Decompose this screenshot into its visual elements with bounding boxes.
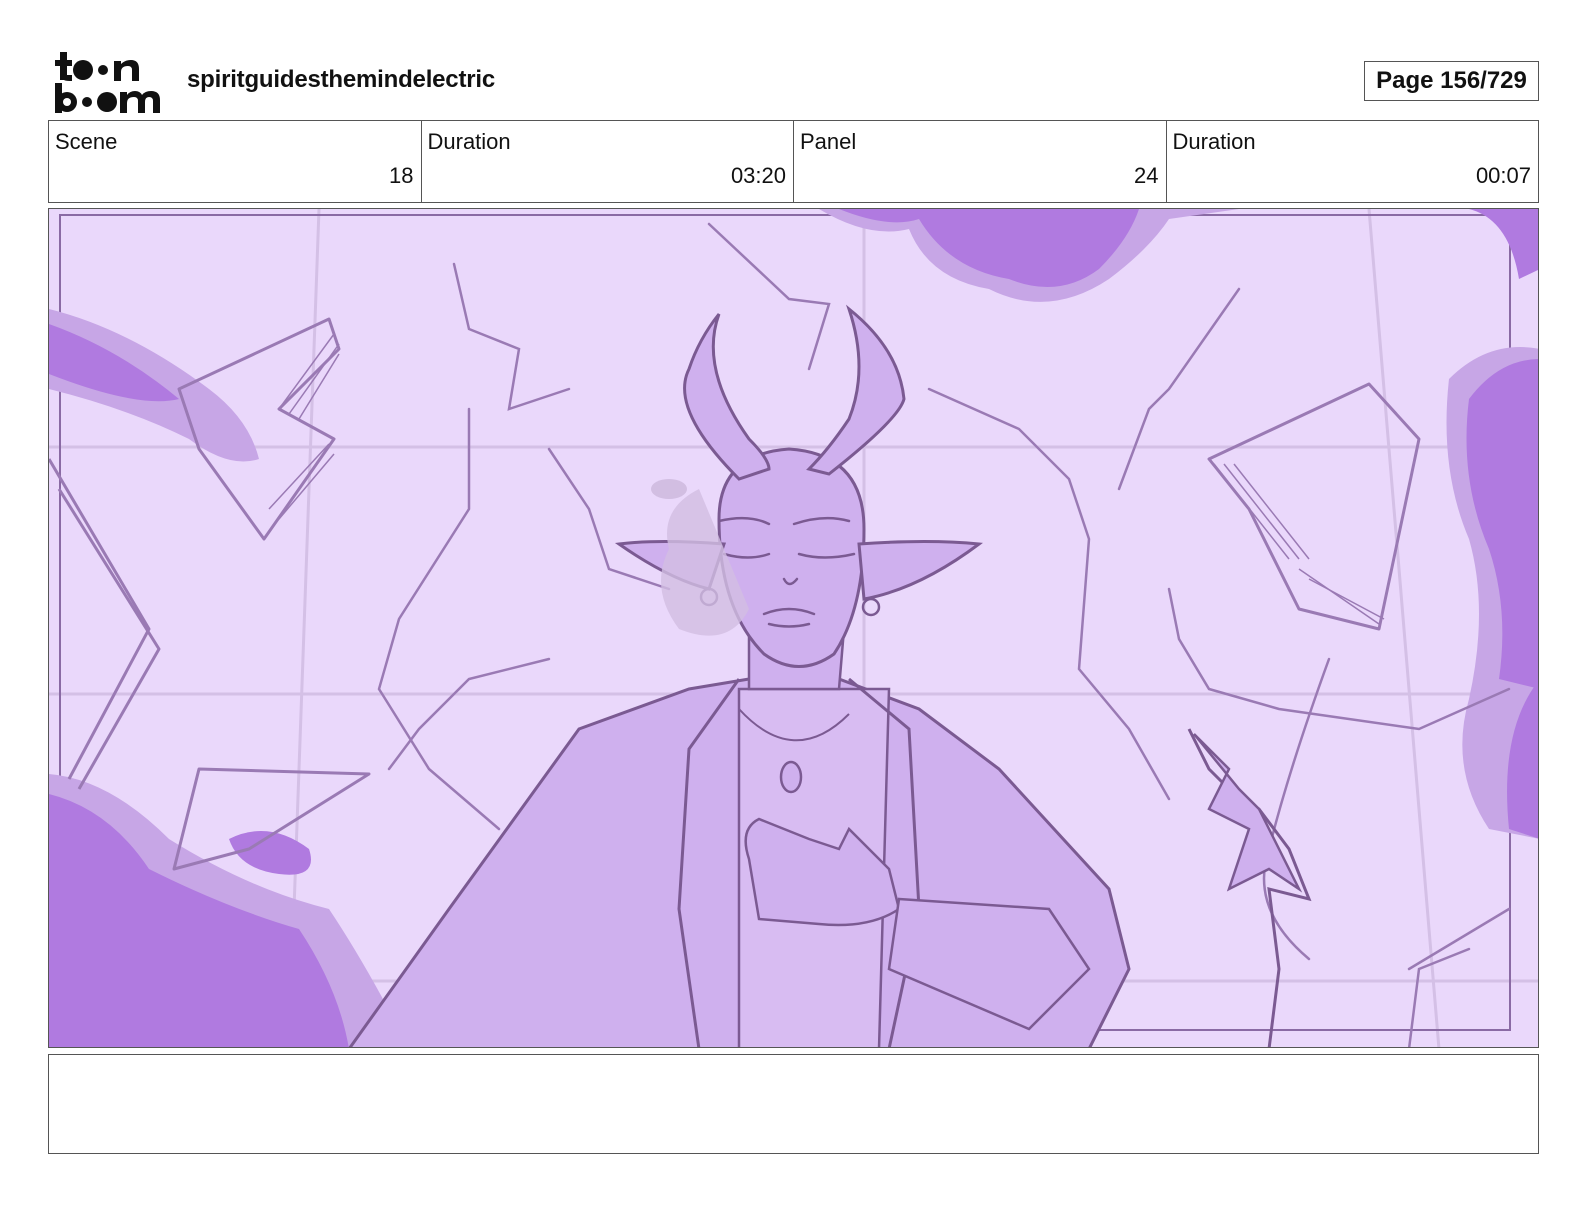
scene-value: 18 [389,163,414,188]
scene-duration-value: 03:20 [730,163,786,188]
panel-value: 24 [1134,163,1159,188]
page-indicator: Page 156/729 [1364,61,1539,101]
toon-boom-logo [55,52,160,113]
scene-cell: Scene 18 [49,121,422,202]
scene-duration-cell: Duration 03:20 [422,121,794,202]
panel-cell: Panel 24 [794,121,1167,202]
panel-duration-label: Duration [1172,129,1256,154]
scene-duration-label: Duration [427,129,511,154]
project-title: spiritguidesthemindelectric [187,66,496,93]
scene-label: Scene [55,129,118,154]
panel-notes [48,1054,1539,1154]
panel-duration-cell: Duration 00:07 [1167,121,1539,202]
storyboard-panel [48,208,1539,1048]
storyboard-drawing [49,209,1538,1047]
panel-label: Panel [800,129,857,154]
info-table: Scene 18 Duration 03:20 Panel 24 Duratio… [48,120,1539,203]
panel-duration-value: 00:07 [1475,163,1531,188]
